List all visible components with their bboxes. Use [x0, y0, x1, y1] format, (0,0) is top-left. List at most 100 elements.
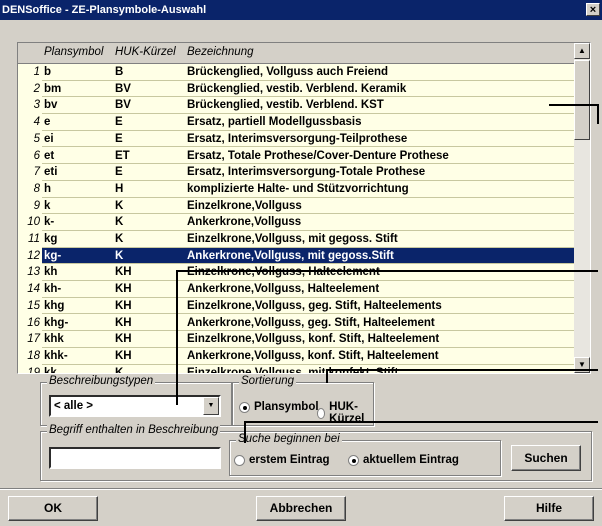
row-bezeichnung: Ankerkrone,Vollguss, geg. Stift, Halteel… — [187, 316, 435, 329]
row-plansymbol: k — [44, 199, 51, 212]
row-huk: BV — [115, 82, 131, 95]
row-huk: K — [115, 249, 124, 262]
row-number: 10 — [18, 214, 40, 231]
callout-line — [176, 270, 178, 405]
row-bezeichnung: Brückenglied, Vollguss auch Freiend — [187, 66, 389, 78]
callout-line — [326, 369, 328, 383]
row-plansymbol: khg- — [44, 316, 69, 329]
row-bezeichnung: Ankerkrone,Vollguss — [187, 216, 302, 229]
cancel-button[interactable]: Abbrechen — [256, 496, 346, 521]
column-header-plansymbol[interactable]: Plansymbol — [44, 46, 103, 58]
row-plansymbol: kg- — [44, 249, 62, 262]
row-bezeichnung: Brückenglied, vestib. Verblend. KST — [187, 99, 384, 112]
title-bar: DENSoffice - ZE-Plansymbole-Auswahl × — [0, 0, 602, 20]
row-number: 8 — [18, 180, 40, 198]
window-title: DENSoffice - ZE-Plansymbole-Auswahl — [2, 4, 207, 16]
table-header: Plansymbol HUK-Kürzel Bezeichnung — [18, 43, 574, 64]
ok-button[interactable]: OK — [8, 496, 98, 521]
row-plansymbol: kh- — [44, 283, 62, 296]
row-number: 1 — [18, 64, 40, 81]
sort-plansymbol-radio[interactable]: Plansymbol — [239, 401, 319, 413]
row-plansymbol: h — [44, 182, 52, 195]
suche-group: Suche beginnen bei erstem Eintrag aktuel… — [229, 433, 501, 476]
row-huk: KH — [115, 349, 132, 362]
row-plansymbol: bm — [44, 82, 62, 95]
table-row[interactable]: 15 khg KH Einzelkrone,Vollguss, geg. Stift,… — [18, 297, 574, 315]
table-row[interactable]: 3 bv BV Brückenglied, vestib. Verblend. KST — [18, 97, 574, 115]
row-bezeichnung: Einzelkrone,Vollguss, geg. Stift, Haltee… — [187, 299, 442, 312]
row-bezeichnung: Einzelkrone,Vollguss, mit gegoss. Stift — [187, 233, 398, 245]
sortierung-group: Sortierung Plansymbol HUK-Kürzel — [232, 375, 374, 426]
table-row[interactable]: 4 e E Ersatz, partiell Modellgussbasis — [18, 114, 574, 131]
suche-erstem-label: erstem Eintrag — [249, 454, 330, 466]
beschreibungstypen-legend: Beschreibungstypen — [47, 375, 156, 387]
table-row[interactable]: 13 kh KH Einzelkrone,Vollguss, Halteelement — [18, 264, 574, 282]
row-bezeichnung: Ankerkrone,Vollguss, Halteelement — [187, 283, 380, 296]
row-number: 18 — [18, 347, 40, 365]
row-plansymbol: eti — [44, 166, 58, 179]
callout-line — [176, 270, 598, 272]
row-number: 11 — [18, 231, 40, 248]
footer-separator — [0, 488, 602, 490]
table-row[interactable]: 10 k- K Ankerkrone,Vollguss — [18, 214, 574, 231]
table-row[interactable]: 9 k K Einzelkrone,Vollguss — [18, 197, 574, 215]
symbol-table[interactable]: Plansymbol HUK-Kürzel Bezeichnung 1 b B Brü… — [17, 42, 591, 374]
row-number: 2 — [18, 80, 40, 98]
row-plansymbol: b — [44, 66, 52, 78]
callout-line — [597, 104, 599, 124]
table-row[interactable]: 12 kg- K Ankerkrone,Vollguss, mit gegoss.St… — [18, 247, 574, 265]
row-number: 17 — [18, 331, 40, 348]
row-plansymbol: khk- — [44, 349, 68, 362]
row-number: 7 — [18, 164, 40, 181]
row-huk: K — [115, 233, 124, 245]
suche-aktuellem-label: aktuellem Eintrag — [363, 454, 459, 466]
radio-off-icon — [317, 407, 326, 419]
row-plansymbol: bv — [44, 99, 58, 112]
row-huk: ET — [115, 149, 130, 162]
row-plansymbol: et — [44, 149, 55, 162]
help-button[interactable]: Hilfe — [504, 496, 594, 521]
table-row[interactable]: 7 eti E Ersatz, Interimsversorgung-Totale P… — [18, 164, 574, 181]
beschreibungstypen-select[interactable]: < alle > ▼ — [49, 395, 221, 417]
suchen-button[interactable]: Suchen — [511, 445, 581, 471]
table-row[interactable]: 16 khg- KH Ankerkrone,Vollguss, geg. Stift,… — [18, 314, 574, 332]
table-row[interactable]: 5 ei E Ersatz, Interimsversorgung-Teilproth… — [18, 130, 574, 148]
column-header-bezeichnung[interactable]: Bezeichnung — [187, 46, 254, 58]
table-row[interactable]: 11 kg K Einzelkrone,Vollguss, mit gegoss. S… — [18, 231, 574, 248]
row-bezeichnung: Ersatz, Totale Prothese/Cover-Denture Pr… — [187, 149, 449, 162]
table-row[interactable]: 8 h Hkomplizierte Halte- und Stützvorricht… — [18, 180, 574, 198]
suche-erstem-radio[interactable]: erstem Eintrag — [234, 454, 330, 466]
row-number: 4 — [18, 114, 40, 131]
row-bezeichnung: Ersatz, Interimsversorgung-Totale Prothe… — [187, 166, 426, 179]
table-scrollbar[interactable]: ▲ ▼ — [574, 43, 590, 373]
row-number: 12 — [18, 247, 40, 265]
row-number: 19 — [18, 364, 40, 373]
row-huk: KH — [115, 333, 132, 346]
table-row[interactable]: 1 b B Brückenglied, Vollguss auch Freiend — [18, 64, 574, 81]
scroll-up-icon[interactable]: ▲ — [574, 43, 590, 59]
close-icon[interactable]: × — [586, 3, 600, 16]
callout-line — [326, 369, 598, 371]
scroll-thumb[interactable] — [574, 60, 590, 140]
sortierung-legend: Sortierung — [239, 375, 297, 387]
column-header-huk[interactable]: HUK-Kürzel — [115, 46, 176, 58]
callout-line — [244, 421, 246, 443]
row-huk: E — [115, 166, 123, 179]
row-huk: KH — [115, 283, 132, 296]
begriff-input[interactable] — [49, 447, 221, 469]
table-row[interactable]: 6 et ET Ersatz, Totale Prothese/Cover-Dentu… — [18, 147, 574, 165]
table-row[interactable]: 2 bm BV Brückenglied, vestib. Verblend. Ker… — [18, 80, 574, 98]
row-plansymbol: ei — [44, 132, 54, 145]
table-row[interactable]: 18 khk- KH Ankerkrone,Vollguss, konf. Stift… — [18, 347, 574, 365]
suche-aktuellem-radio[interactable]: aktuellem Eintrag — [348, 454, 459, 466]
dropdown-arrow-icon[interactable]: ▼ — [203, 397, 219, 415]
table-row[interactable]: 14 kh- KH Ankerkrone,Vollguss, Halteelement — [18, 281, 574, 298]
row-huk: K — [115, 216, 124, 229]
row-huk: H — [115, 182, 124, 195]
row-bezeichnung: Einzelkrone,Vollguss, Halteelement — [187, 266, 380, 279]
suche-legend: Suche beginnen bei — [236, 433, 342, 445]
row-huk: KH — [115, 299, 132, 312]
row-bezeichnung: Ankerkrone,Vollguss, konf. Stift, Haltee… — [187, 349, 439, 362]
table-row[interactable]: 17 khk KH Einzelkrone,Vollguss, konf. Stift… — [18, 331, 574, 348]
beschreibungstypen-group: Beschreibungstypen < alle > ▼ — [40, 375, 232, 426]
